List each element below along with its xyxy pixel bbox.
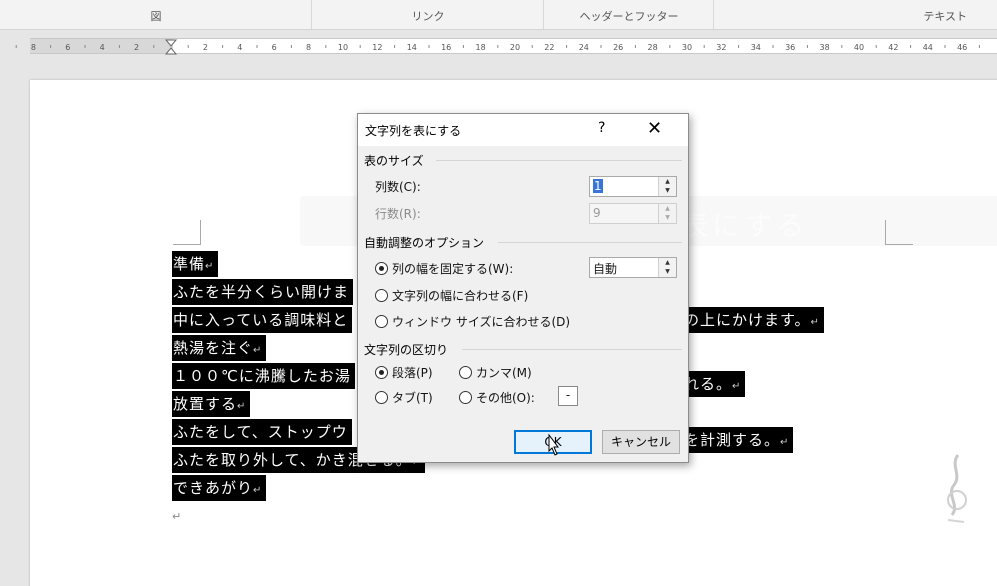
- ruler-area: 8 6 4 2 2 4 6 8 10 12 14 16 18 20 22 24 26 28 30 32 34 36 38 40…: [0, 30, 997, 64]
- columns-label: 列数(C):: [375, 180, 421, 194]
- separator-group-label: 文字列の区切り: [364, 343, 449, 357]
- dialog-title: 文字列を表にする: [365, 124, 462, 138]
- ruler-tick-label: 46: [957, 43, 967, 52]
- mouse-cursor-icon: [548, 433, 559, 456]
- ruler-tick-label: 36: [785, 43, 795, 52]
- ribbon-group-label: 図: [150, 10, 162, 23]
- rows-stepper: 9 ▲ ▼: [589, 203, 677, 224]
- ruler-tick-label: 4: [100, 43, 105, 52]
- radio-icon[interactable]: [375, 391, 388, 404]
- doc-line-fragment: を計測する。↵: [683, 427, 794, 453]
- spin-up-icon: ▲: [665, 205, 670, 212]
- ruler-tick-label: 6: [65, 43, 70, 52]
- radio-selected-icon[interactable]: [375, 366, 388, 379]
- ruler-tick-label: 24: [579, 43, 589, 52]
- ruler-tick-label: 2: [203, 43, 208, 52]
- ruler-tick-label: 22: [544, 43, 554, 52]
- doc-line[interactable]: できあがり↵: [172, 475, 425, 503]
- ruler-tick-label: 12: [372, 43, 382, 52]
- ribbon-group-label: リンク: [411, 10, 445, 23]
- autofit-group-label: 自動調整のオプション: [364, 236, 485, 250]
- ruler-tick-label: 34: [751, 43, 761, 52]
- ruler-ticks: 8 6 4 2 2 4 6 8 10 12 14 16 18 20 22 24 26 28 30 32 34 36 38 40…: [15, 39, 980, 55]
- doc-line-fragment: れる。↵: [683, 371, 746, 397]
- doc-line-fragment: の上にかけます。↵: [683, 307, 824, 333]
- close-button[interactable]: ✕: [647, 118, 662, 139]
- margin-corner-top-right: [885, 220, 913, 245]
- radio-icon[interactable]: [459, 391, 472, 404]
- radio-icon[interactable]: [459, 366, 472, 379]
- radio-selected-icon[interactable]: [375, 262, 388, 275]
- ribbon-group-illustrations[interactable]: 図: [0, 0, 312, 29]
- ruler-tick-label: 44: [923, 43, 933, 52]
- ruler-tick-label: 18: [476, 43, 486, 52]
- spin-down-icon[interactable]: ▼: [659, 267, 676, 276]
- ruler-tick-label: 26: [613, 43, 623, 52]
- rows-label: 行数(R):: [375, 207, 421, 221]
- ruler-tick-label: 10: [338, 43, 348, 52]
- ruler-tick-label: 14: [407, 43, 417, 52]
- autofit-contents-radio[interactable]: 文字列の幅に合わせる(F): [375, 287, 528, 304]
- separator-other-radio[interactable]: その他(O):: [459, 389, 535, 406]
- ribbon-group-text[interactable]: テキスト: [714, 0, 997, 29]
- table-size-group-label: 表のサイズ: [364, 154, 424, 168]
- spin-up-icon[interactable]: ▲: [659, 177, 676, 186]
- ruler-tick-label: 4: [237, 43, 242, 52]
- radio-icon[interactable]: [375, 315, 388, 328]
- fixed-width-stepper[interactable]: 自動 ▲ ▼: [589, 257, 677, 278]
- separator-tab-radio[interactable]: タブ(T): [375, 389, 433, 406]
- separator-paragraph-radio[interactable]: 段落(P): [375, 364, 433, 381]
- ruler-tick-label: 20: [510, 43, 520, 52]
- spin-down-icon[interactable]: ▼: [659, 186, 676, 195]
- ribbon-group-header-footer[interactable]: ヘッダーとフッター: [544, 0, 714, 29]
- ruler-tick-label: 32: [716, 43, 726, 52]
- autofit-fixed-radio[interactable]: 列の幅を固定する(W):: [375, 260, 513, 277]
- horizontal-ruler[interactable]: 8 6 4 2 2 4 6 8 10 12 14 16 18 20 22 24 26 28 30 32 34 36 38 40…: [15, 38, 997, 55]
- ruler-tick-label: 16: [441, 43, 451, 52]
- convert-text-to-table-dialog[interactable]: 文字列を表にする ? ✕ 表のサイズ 列数(C): 1 ▲ ▼ 行数(R): 9 …: [357, 113, 689, 463]
- ribbon-group-label: テキスト: [923, 10, 967, 23]
- dialog-body: 表のサイズ 列数(C): 1 ▲ ▼ 行数(R): 9 ▲ ▼ 自動調整のオプション…: [358, 146, 688, 462]
- ribbon-group-label: ヘッダーとフッター: [579, 10, 679, 23]
- ruler-tick-label: 38: [820, 43, 830, 52]
- help-button[interactable]: ?: [598, 120, 605, 136]
- rows-value: 9: [593, 206, 601, 220]
- ruler-tick-label: 6: [272, 43, 277, 52]
- separator-comma-radio[interactable]: カンマ(M): [459, 364, 532, 381]
- ribbon-strip: 図 リンク ヘッダーとフッター テキスト: [0, 0, 997, 30]
- ruler-tick-label: 40: [854, 43, 864, 52]
- ruler-tick-label: 42: [888, 43, 898, 52]
- cancel-button[interactable]: キャンセル: [602, 430, 680, 454]
- ruler-tick-label: 8: [31, 43, 36, 52]
- columns-stepper[interactable]: 1 ▲ ▼: [589, 176, 677, 197]
- indent-marker-icon[interactable]: [164, 39, 178, 55]
- radio-icon[interactable]: [375, 289, 388, 302]
- fixed-width-value[interactable]: 自動: [593, 260, 617, 277]
- ribbon-group-links[interactable]: リンク: [312, 0, 544, 29]
- watermark-logo-icon: [947, 454, 967, 523]
- separator-other-input[interactable]: -: [558, 386, 578, 406]
- ruler-tick-label: 28: [648, 43, 658, 52]
- autofit-window-radio[interactable]: ウィンドウ サイズに合わせる(D): [375, 313, 570, 330]
- ruler-tick-label: 30: [682, 43, 692, 52]
- ruler-tick-label: 8: [306, 43, 311, 52]
- doc-line-empty[interactable]: ↵: [172, 503, 425, 531]
- spin-down-icon: ▼: [665, 214, 670, 221]
- dialog-title-bar[interactable]: 文字列を表にする ? ✕: [358, 114, 688, 146]
- columns-value[interactable]: 1: [593, 179, 603, 193]
- margin-corner-top-left: [173, 220, 201, 245]
- spin-up-icon[interactable]: ▲: [659, 258, 676, 267]
- ruler-tick-label: 2: [134, 43, 139, 52]
